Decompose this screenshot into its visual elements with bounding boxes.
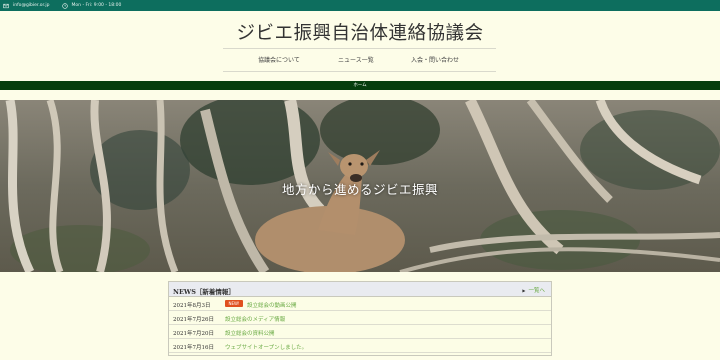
nav-divider-top bbox=[223, 48, 496, 49]
news-date: 2021年7月26日 bbox=[173, 317, 214, 323]
news-date: 2021年8月3日 bbox=[173, 303, 211, 309]
clock-icon bbox=[61, 2, 68, 9]
news-title[interactable]: ウェブサイトオープンしました。 bbox=[225, 343, 307, 351]
email-text: info@gibier.or.jp bbox=[13, 3, 50, 8]
mail-icon bbox=[3, 3, 9, 8]
news-item[interactable]: 2021年7月20日 設立総会の資料公開 bbox=[169, 325, 551, 339]
news-title[interactable]: 設立総会のメディア情報 bbox=[225, 315, 285, 323]
news-date: 2021年7月20日 bbox=[173, 331, 214, 337]
news-title[interactable]: 設立総会の資料公開 bbox=[225, 329, 275, 337]
nav-divider-bottom bbox=[223, 71, 496, 72]
news-panel: NEWS［新着情報］ ▶ 一覧へ 2021年8月3日 NEW! 設立総会の動画公開… bbox=[168, 281, 552, 356]
news-item[interactable]: 2021年7月26日 設立総会のメディア情報 bbox=[169, 311, 551, 325]
nav-item-news-list[interactable]: ニュース一覧 bbox=[338, 55, 374, 64]
news-header: NEWS［新着情報］ ▶ 一覧へ bbox=[169, 282, 551, 297]
nav-item-about[interactable]: 協議会について bbox=[258, 55, 300, 64]
breadcrumb: ホーム bbox=[0, 81, 720, 90]
hours-text: Mon - Fri: 9:00 - 18:00 bbox=[71, 3, 122, 8]
new-badge: NEW! bbox=[225, 300, 243, 307]
news-item[interactable]: 2021年7月16日 ウェブサイトオープンしました。 bbox=[169, 339, 551, 353]
hero-catchphrase: 地方から進めるジビエ振興 bbox=[281, 182, 438, 197]
hours-info: Mon - Fri: 9:00 - 18:00 bbox=[61, 2, 122, 9]
news-heading: NEWS［新着情報］ bbox=[173, 288, 235, 296]
news-title[interactable]: 設立総会の動画公開 bbox=[247, 301, 297, 309]
email-info[interactable]: info@gibier.or.jp bbox=[3, 3, 50, 9]
breadcrumb-home[interactable]: ホーム bbox=[353, 83, 366, 88]
site-title[interactable]: ジビエ振興自治体連絡協議会 bbox=[0, 19, 720, 45]
top-info-bar: info@gibier.or.jp Mon - Fri: 9:00 - 18:0… bbox=[0, 0, 720, 11]
news-date: 2021年7月16日 bbox=[173, 345, 214, 351]
news-more-label: 一覧へ bbox=[528, 288, 545, 294]
nav-item-join-contact[interactable]: 入会・問い合わせ bbox=[411, 55, 459, 64]
caret-right-icon: ▶ bbox=[522, 288, 526, 293]
global-nav: 協議会について ニュース一覧 入会・問い合わせ bbox=[223, 55, 496, 67]
news-item[interactable]: 2021年8月3日 NEW! 設立総会の動画公開 bbox=[169, 297, 551, 311]
news-more-link[interactable]: ▶ 一覧へ bbox=[522, 286, 545, 294]
